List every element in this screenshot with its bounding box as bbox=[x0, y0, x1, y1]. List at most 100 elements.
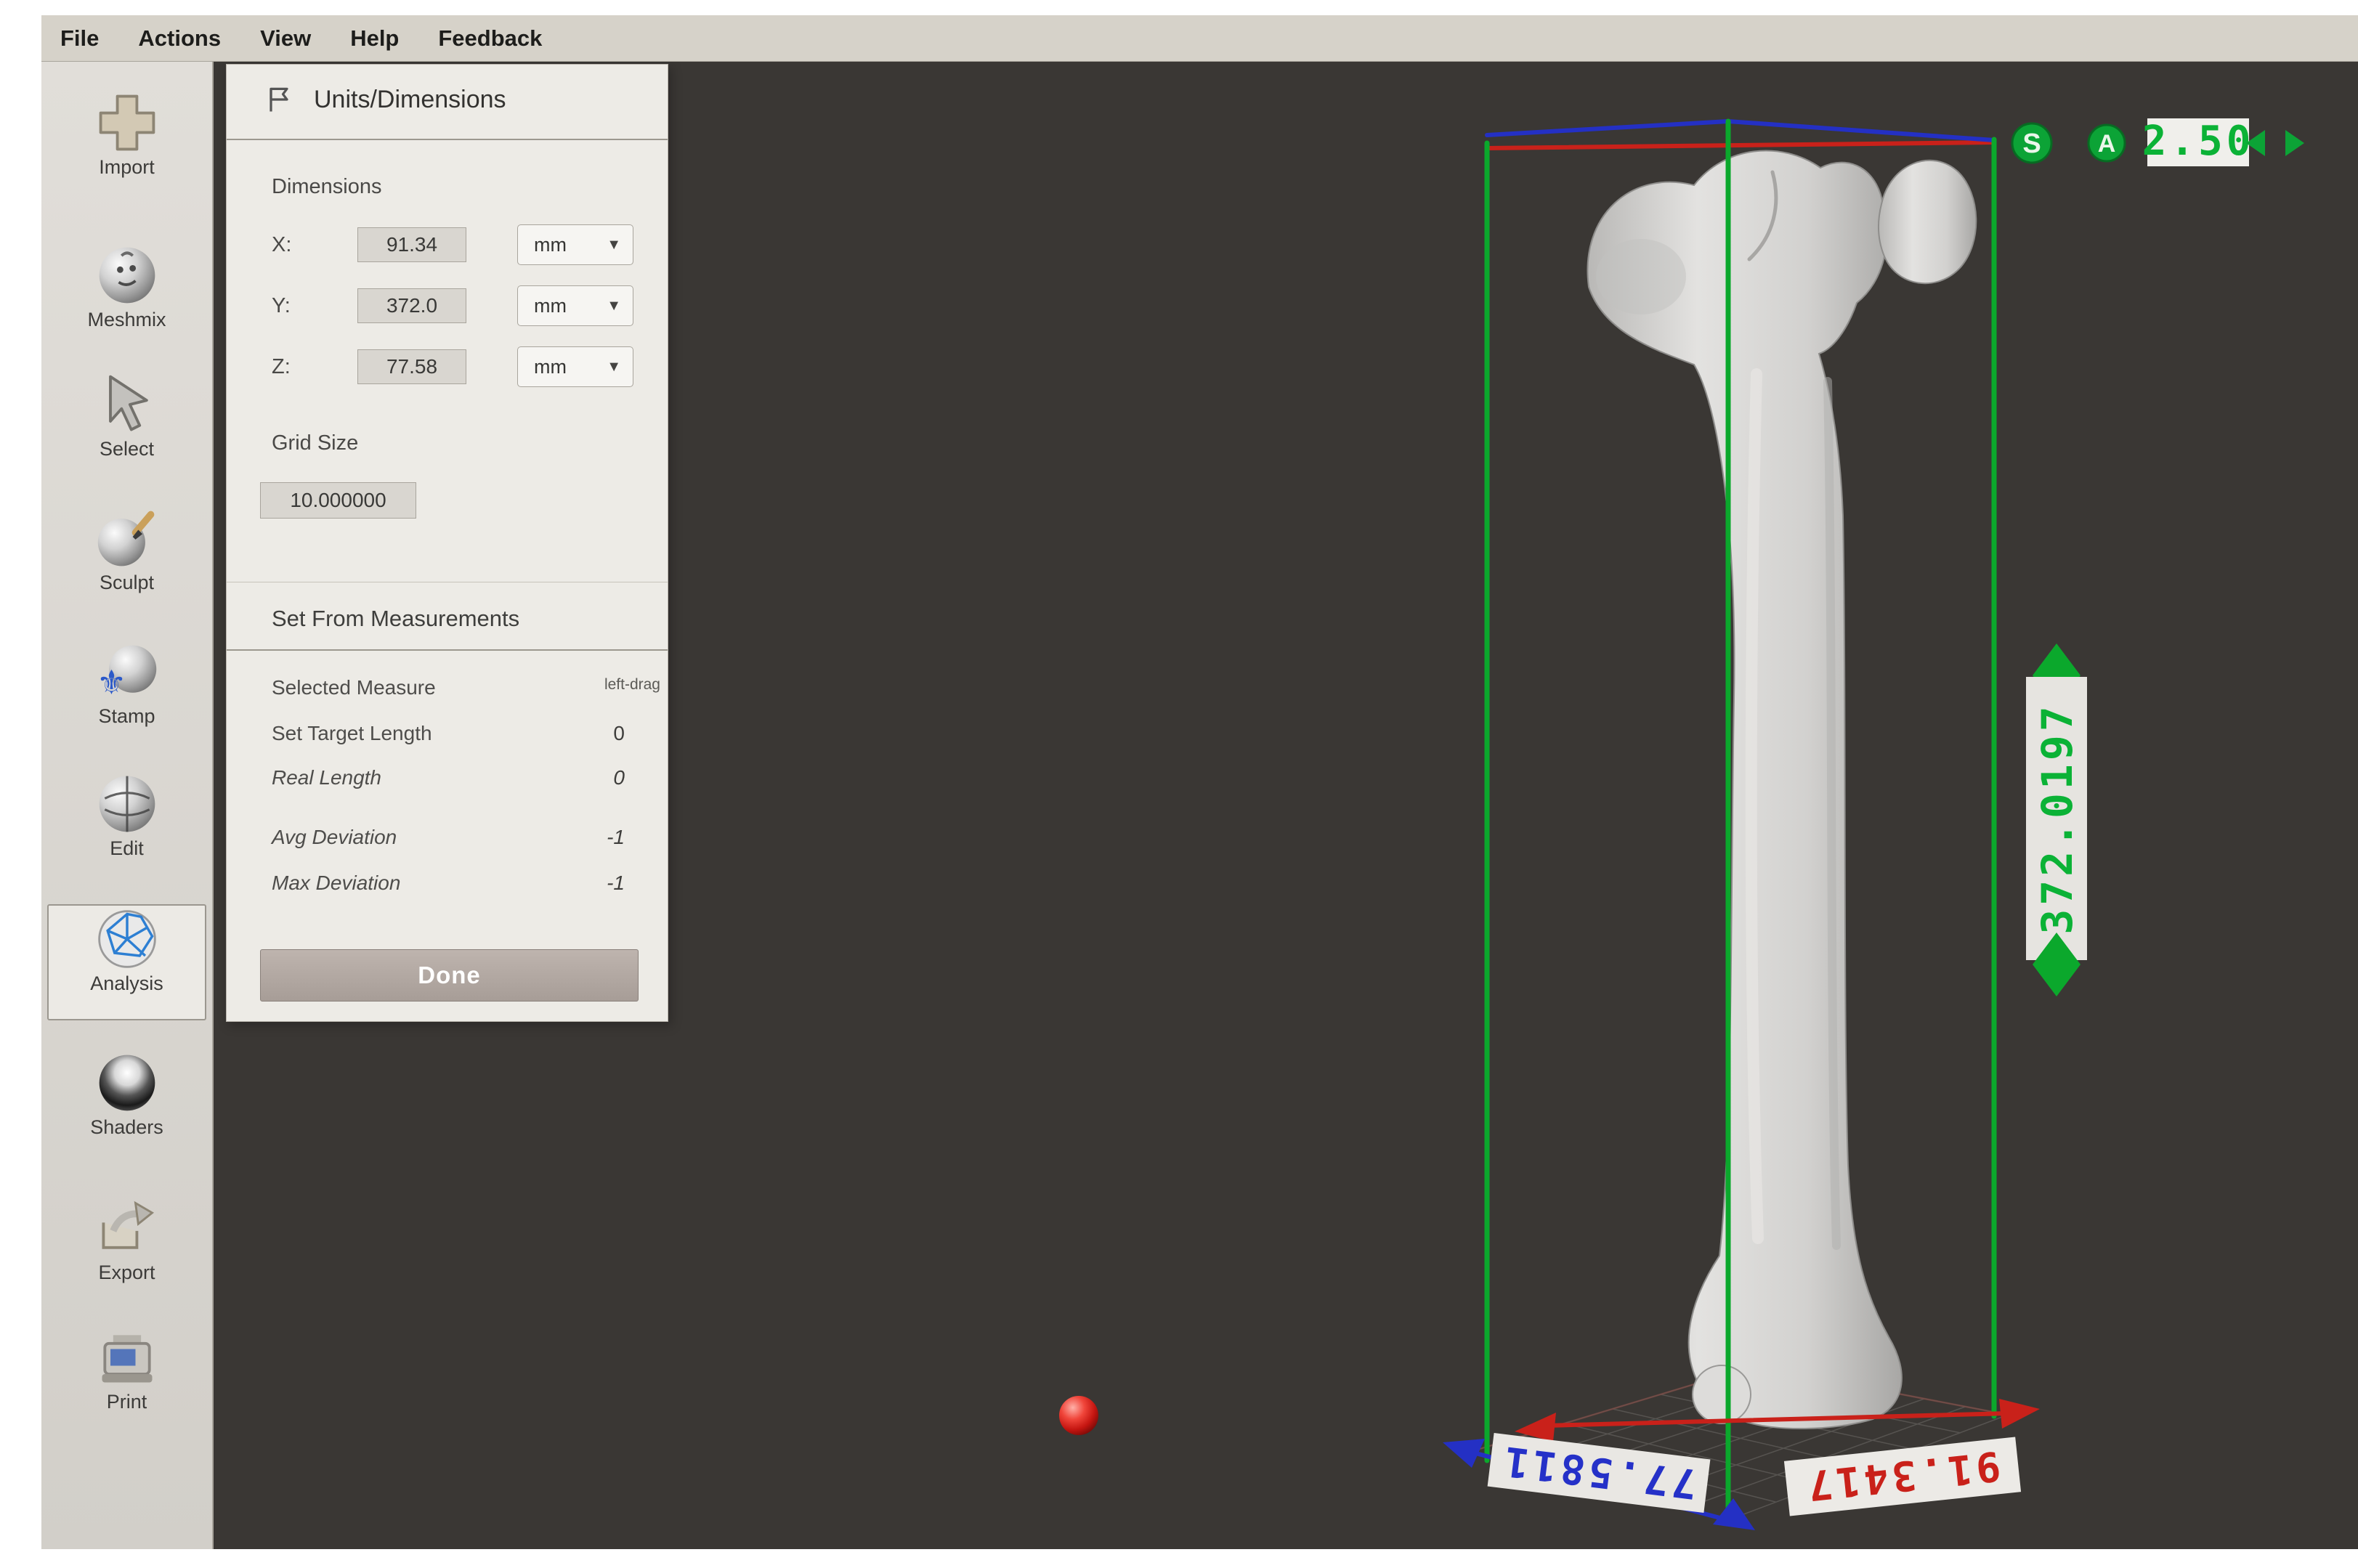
depth-measure-label[interactable]: 77.5811 bbox=[1488, 1433, 1711, 1513]
pivot-sphere[interactable] bbox=[1059, 1396, 1098, 1435]
meshmix-face-icon bbox=[94, 242, 161, 309]
sidebar-item-edit[interactable]: Edit bbox=[47, 771, 206, 887]
width-measure-label[interactable]: 91.3417 bbox=[1784, 1437, 2021, 1516]
import-plus-icon bbox=[94, 89, 161, 156]
done-button[interactable]: Done bbox=[260, 949, 639, 1002]
sidebar-item-stamp[interactable]: ⚜ Stamp bbox=[47, 638, 206, 755]
panel-title: Units/Dimensions bbox=[314, 86, 506, 114]
menu-file[interactable]: File bbox=[60, 25, 99, 52]
divider bbox=[227, 649, 668, 651]
x-value-field[interactable]: 91.34 bbox=[357, 227, 466, 262]
zoom-increase-arrow-icon[interactable] bbox=[2285, 130, 2304, 156]
bounding-box-top-edges bbox=[1487, 121, 1994, 148]
x-unit-value: mm bbox=[534, 234, 567, 256]
sidebar-item-sculpt[interactable]: Sculpt bbox=[47, 505, 206, 621]
edit-wireframe-icon bbox=[94, 771, 161, 837]
bone-outline[interactable] bbox=[1587, 150, 1901, 1429]
sidebar-item-select[interactable]: Select bbox=[47, 371, 206, 487]
menu-view[interactable]: View bbox=[260, 25, 311, 52]
max-deviation-label: Max Deviation bbox=[272, 872, 400, 895]
sidebar-item-label: Shaders bbox=[90, 1116, 163, 1139]
grid-size-field[interactable]: 10.000000 bbox=[260, 482, 416, 519]
dimension-row-x: X: 91.34 mm ▼ bbox=[227, 226, 668, 268]
measure-row-max-deviation: Max Deviation -1 bbox=[227, 872, 668, 909]
bone-highlight bbox=[1751, 374, 1758, 1238]
bone-condyle bbox=[1693, 1365, 1751, 1423]
height-measure-value: 372.0197 bbox=[2033, 702, 2082, 934]
sidebar-item-label: Stamp bbox=[98, 705, 155, 728]
y-unit-value: mm bbox=[534, 295, 567, 317]
shaders-chrome-sphere-icon bbox=[94, 1049, 161, 1116]
width-measure-value: 91.3417 bbox=[1802, 1442, 2003, 1509]
auto-badge-a-letter: A bbox=[2098, 130, 2116, 158]
sidebar-item-shaders[interactable]: Shaders bbox=[47, 1049, 206, 1166]
y-value-field[interactable]: 372.0 bbox=[357, 288, 466, 323]
sidebar-item-label: Edit bbox=[110, 837, 144, 860]
measure-row-selected: Selected Measure left-drag bbox=[227, 676, 668, 714]
bone-shading bbox=[1596, 239, 1686, 314]
sidebar-item-label: Meshmix bbox=[87, 309, 166, 331]
z-unit-value: mm bbox=[534, 356, 567, 378]
z-value-field[interactable]: 77.58 bbox=[357, 349, 466, 384]
zoom-readout[interactable]: 2.50 bbox=[2142, 118, 2255, 166]
grid-size-heading: Grid Size bbox=[272, 431, 358, 455]
divider bbox=[227, 139, 668, 140]
real-length-label: Real Length bbox=[272, 766, 381, 789]
sidebar-item-import[interactable]: Import bbox=[47, 89, 206, 206]
sidebar-item-label: Select bbox=[100, 438, 154, 460]
z-unit-dropdown[interactable]: mm ▼ bbox=[517, 346, 633, 387]
select-cursor-icon bbox=[94, 371, 161, 438]
sidebar-item-label: Print bbox=[107, 1391, 147, 1413]
height-measure-label[interactable]: 372.0197 bbox=[2026, 677, 2087, 960]
menu-actions[interactable]: Actions bbox=[138, 25, 221, 52]
x-unit-dropdown[interactable]: mm ▼ bbox=[517, 224, 633, 265]
selected-measure-value: left-drag bbox=[604, 676, 660, 694]
menu-help[interactable]: Help bbox=[350, 25, 399, 52]
sidebar-item-analysis[interactable]: Analysis bbox=[47, 904, 206, 1020]
max-deviation-value: -1 bbox=[607, 872, 625, 895]
avg-deviation-label: Avg Deviation bbox=[272, 826, 397, 849]
scale-badge-s[interactable]: S bbox=[2012, 123, 2051, 163]
menu-bar: File Actions View Help Feedback bbox=[41, 15, 2358, 62]
set-target-length-label: Set Target Length bbox=[272, 722, 432, 745]
sidebar-item-meshmix[interactable]: Meshmix bbox=[47, 242, 206, 358]
auto-badge-a[interactable]: A bbox=[2088, 125, 2125, 161]
dimension-row-z: Z: 77.58 mm ▼ bbox=[227, 348, 668, 390]
y-label: Y: bbox=[272, 294, 291, 318]
chevron-down-icon: ▼ bbox=[607, 359, 621, 375]
zoom-value: 2.50 bbox=[2142, 118, 2255, 165]
bone-model[interactable] bbox=[1587, 150, 1976, 1429]
set-target-length-value[interactable]: 0 bbox=[613, 722, 625, 745]
bone-fragment[interactable] bbox=[1879, 161, 1976, 283]
z-label: Z: bbox=[272, 355, 291, 379]
svg-text:⚜: ⚜ bbox=[96, 664, 126, 702]
sidebar-item-label: Sculpt bbox=[100, 572, 154, 594]
printer-icon bbox=[94, 1324, 161, 1391]
blue-arrow-right bbox=[1713, 1498, 1755, 1530]
analysis-mesh-icon bbox=[94, 906, 161, 972]
sculpt-brush-icon bbox=[94, 505, 161, 572]
avg-deviation-value: -1 bbox=[607, 826, 625, 849]
export-arrow-icon bbox=[94, 1195, 161, 1262]
selected-measure-label: Selected Measure bbox=[272, 676, 436, 699]
chevron-down-icon: ▼ bbox=[607, 298, 621, 314]
dimension-row-y: Y: 372.0 mm ▼ bbox=[227, 287, 668, 329]
real-length-value: 0 bbox=[613, 766, 625, 789]
sidebar-item-label: Import bbox=[99, 156, 155, 179]
scale-badge-s-letter: S bbox=[2022, 129, 2041, 159]
dimensions-heading: Dimensions bbox=[272, 175, 382, 199]
chevron-down-icon: ▼ bbox=[607, 237, 621, 253]
panel-header: Units/Dimensions bbox=[263, 84, 506, 115]
sidebar-item-export[interactable]: Export bbox=[47, 1195, 206, 1311]
set-from-measurements-heading: Set From Measurements bbox=[272, 606, 519, 632]
y-unit-dropdown[interactable]: mm ▼ bbox=[517, 285, 633, 326]
sidebar-item-print[interactable]: Print bbox=[47, 1324, 206, 1440]
sidebar-item-label: Export bbox=[98, 1262, 155, 1284]
sidebar-item-label: Analysis bbox=[90, 972, 163, 995]
measure-row-avg-deviation: Avg Deviation -1 bbox=[227, 826, 668, 864]
menu-feedback[interactable]: Feedback bbox=[438, 25, 542, 52]
stamp-fleur-icon: ⚜ bbox=[94, 638, 161, 705]
red-arrow-right bbox=[1999, 1399, 2040, 1429]
meshmixer-window: File Actions View Help Feedback bbox=[41, 15, 2358, 1549]
measure-row-target-length: Set Target Length 0 bbox=[227, 722, 668, 760]
